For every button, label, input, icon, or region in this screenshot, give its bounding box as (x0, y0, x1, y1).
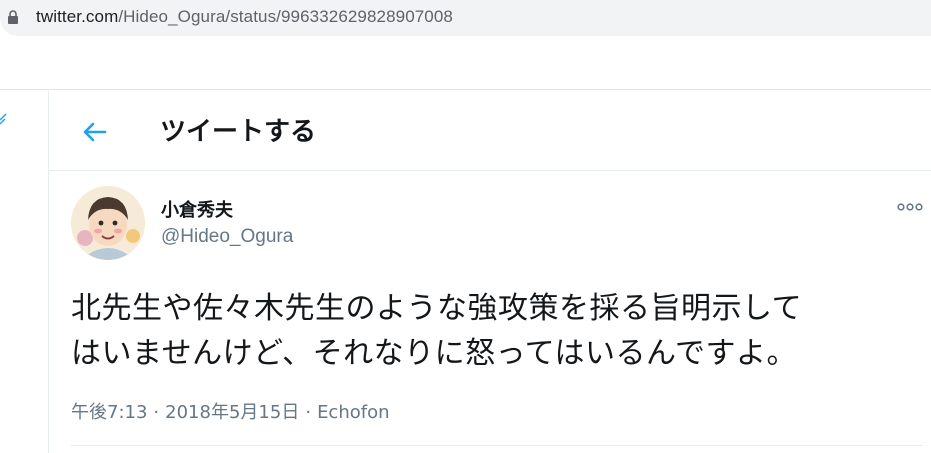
sidebar-partial-icon[interactable] (0, 110, 8, 130)
arrow-left-icon (83, 122, 107, 142)
tweet: 小倉秀夫 @Hideo_Ogura 北先生や佐々木先生のような強攻策を採る旨明示… (49, 172, 931, 453)
tweet-text-line: 北先生や佐々木先生のような強攻策を採る旨明示して (71, 291, 803, 326)
meta-separator: · (305, 402, 312, 423)
user-handle[interactable]: @Hideo_Ogura (161, 226, 293, 248)
display-name[interactable]: 小倉秀夫 (161, 196, 233, 222)
url-path: /Hideo_Ogura/status/996332629828907008 (118, 7, 453, 26)
lock-icon (8, 10, 18, 24)
back-button[interactable] (79, 117, 109, 147)
page-header: ツイートする (49, 91, 931, 171)
meta-separator: · (153, 402, 160, 423)
address-bar[interactable]: twitter.com/Hideo_Ogura/status/996332629… (0, 0, 931, 36)
url-host: twitter.com (36, 7, 119, 26)
tweet-time[interactable]: 午後7:13 (71, 402, 147, 423)
tweet-text-line: はいませんけど、それなりに怒ってはいるんですよ。 (71, 336, 797, 371)
tweet-date[interactable]: 2018年5月15日 (165, 402, 299, 423)
tweet-client[interactable]: Echofon (317, 402, 389, 423)
divider (71, 445, 923, 446)
caricature-avatar-image (71, 186, 145, 260)
toolbar-area (0, 36, 931, 90)
tweet-text: 北先生や佐々木先生のような強攻策を採る旨明示して はいませんけど、それなりに怒っ… (71, 286, 921, 376)
avatar[interactable] (71, 186, 145, 260)
url-text[interactable]: twitter.com/Hideo_Ogura/status/996332629… (36, 7, 453, 27)
tweet-meta: 午後7:13 · 2018年5月15日 · Echofon (71, 398, 390, 424)
more-options-icon[interactable] (897, 200, 923, 214)
page-title: ツイートする (160, 117, 317, 147)
